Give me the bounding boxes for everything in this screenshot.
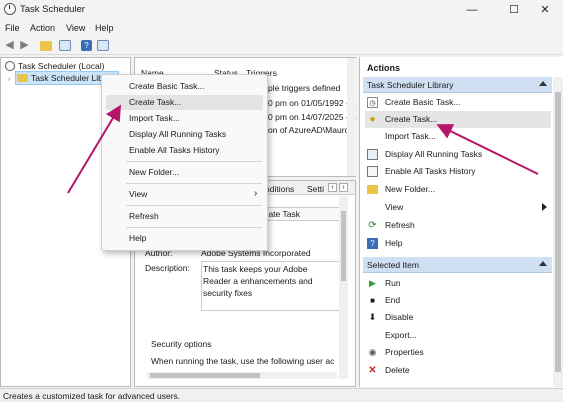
annotation-arrows — [67, 104, 539, 194]
status-bar: Creates a customized task for advanced u… — [0, 388, 563, 402]
status-text: Creates a customized task for advanced u… — [3, 391, 181, 401]
annotation-arrow-right — [436, 124, 539, 175]
annotation-arrow-left — [67, 104, 122, 194]
